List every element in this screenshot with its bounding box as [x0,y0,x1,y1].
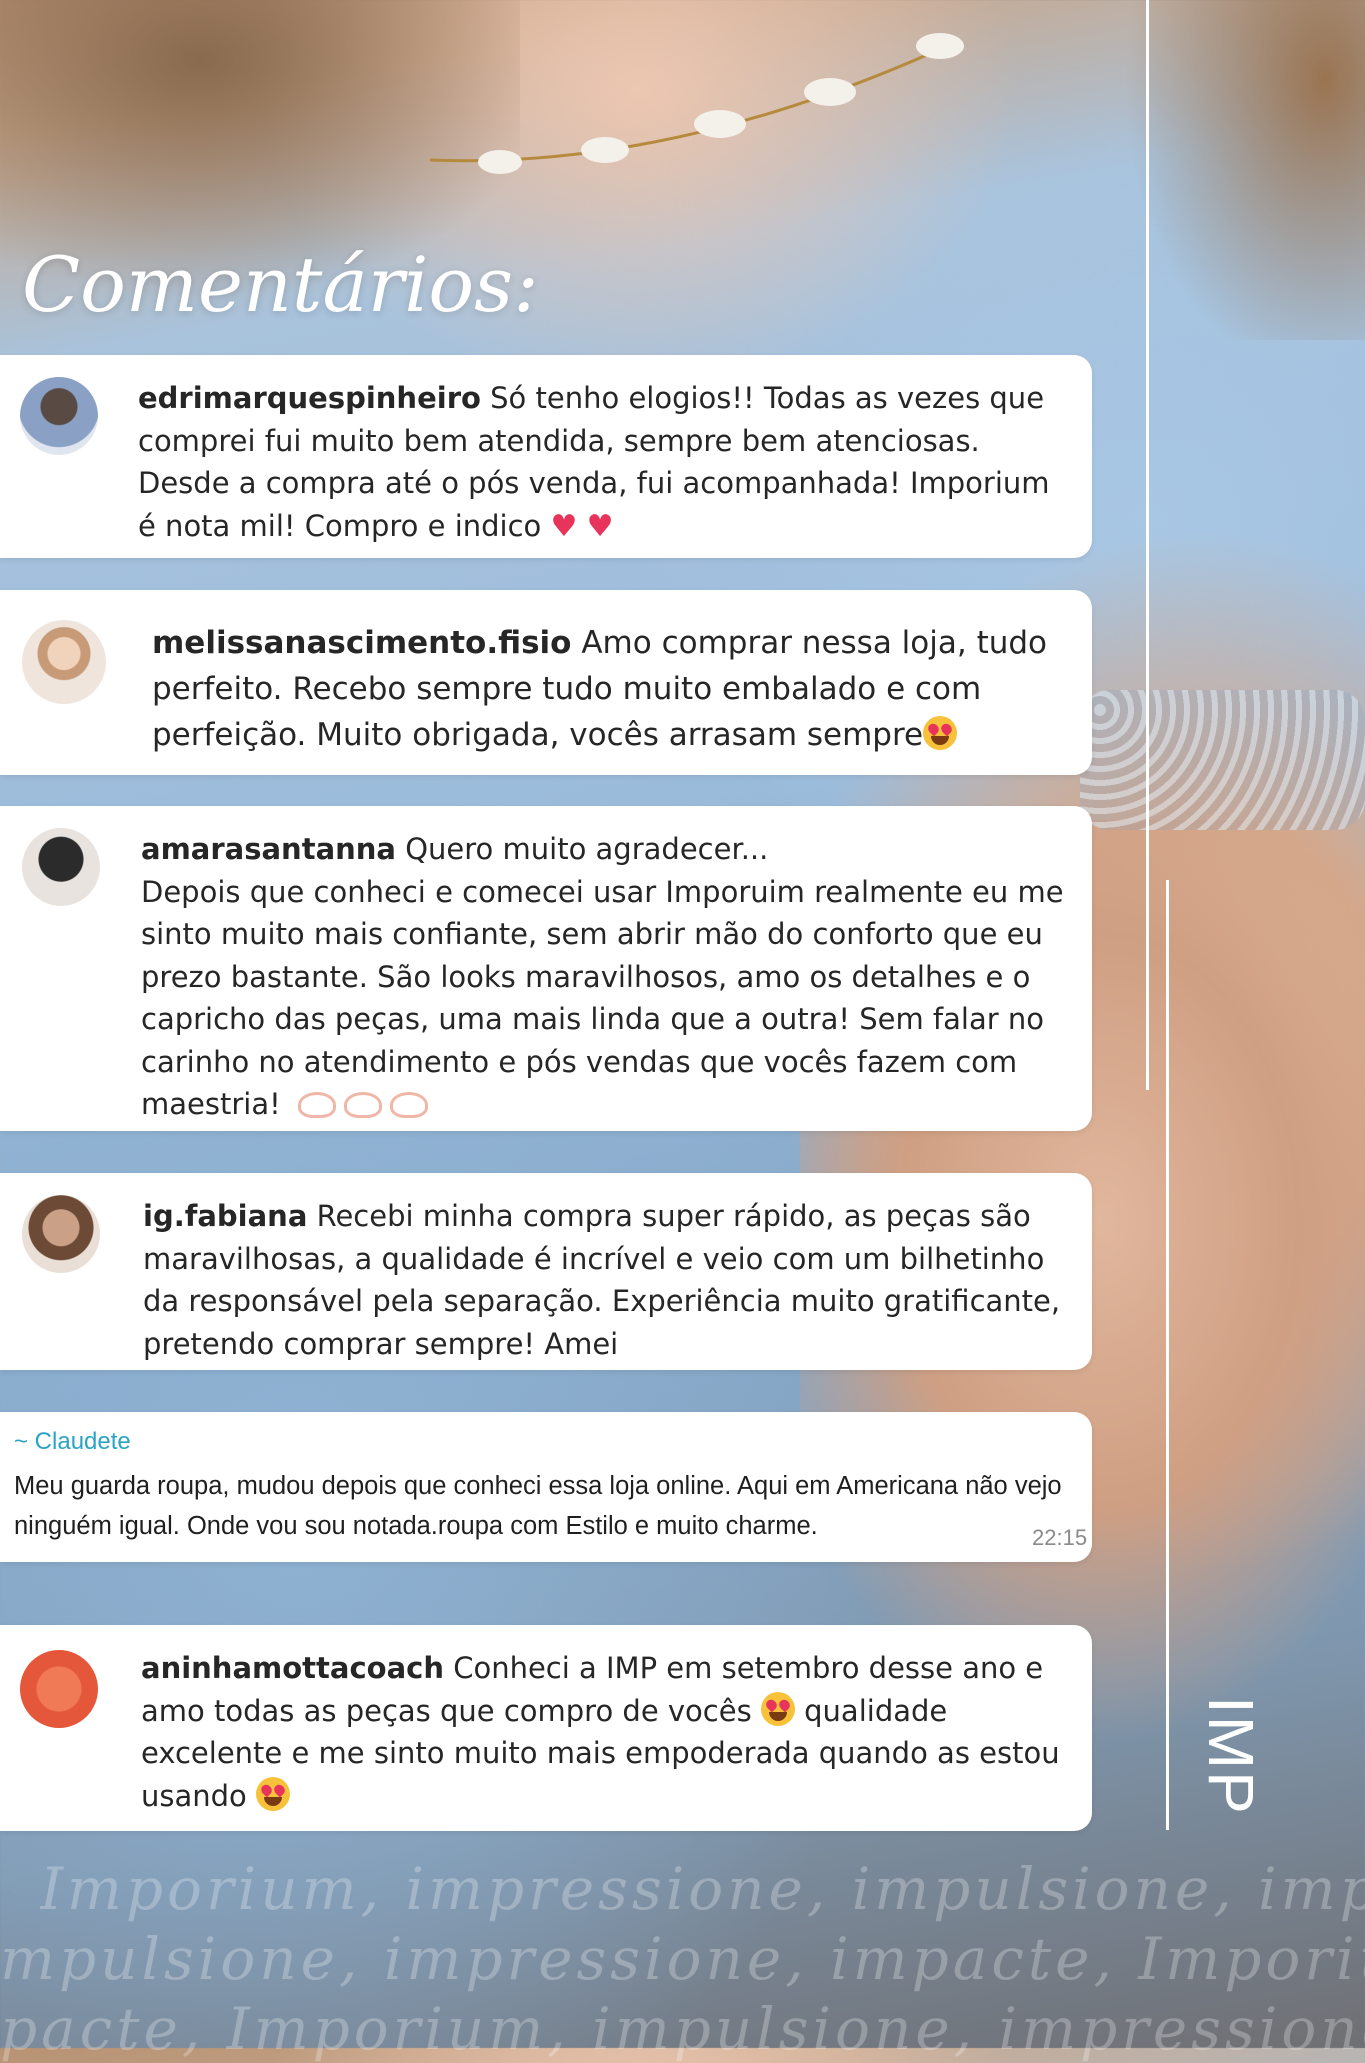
avatar[interactable] [22,620,106,704]
comment-username[interactable]: edrimarquespinheiro [138,381,481,415]
comment-username[interactable]: ig.fabiana [143,1199,307,1233]
heart-icon: ♥ [550,508,578,544]
pearl-necklace-icon [429,33,964,174]
comment-username[interactable]: aninhamottacoach [141,1651,444,1685]
heart-eyes-icon [923,716,958,750]
avatar[interactable] [20,1650,98,1728]
comment-text: aninhamottacoach Conheci a IMP em setemb… [141,1647,1081,1817]
message-sender: ~ Claudete [14,1428,131,1455]
heart-eyes-icon [760,1691,795,1726]
tagline-watermark: Imporium, impressione, impulsione, impac… [40,1855,1365,1923]
heart-hands-icon [297,1092,336,1118]
background-lace-sleeve [1080,690,1365,830]
heart-hands-icon [389,1092,428,1118]
comment-username[interactable]: melissanascimento.fisio [152,625,571,661]
heart-eyes-icon [256,1776,291,1811]
heart-icon: ♥ [586,508,614,544]
comment-card: ig.fabiana Recebi minha compra super ráp… [0,1173,1092,1370]
comment-text: edrimarquespinheiro Só tenho elogios!! T… [138,377,1058,548]
comment-username[interactable]: amarasantanna [141,832,396,866]
comment-card: aninhamottacoach Conheci a IMP em setemb… [0,1625,1092,1831]
avatar[interactable] [22,1195,100,1273]
comment-card: amarasantanna Quero muito agradecer... D… [0,806,1092,1131]
brand-logo-vertical: IMP [1195,1696,1267,1816]
comment-text: melissanascimento.fisio Amo comprar ness… [152,620,1052,758]
message-timestamp: 22:15 [1032,1525,1088,1550]
comment-text: ig.fabiana Recebi minha compra super ráp… [143,1195,1063,1365]
heart-hands-icon [343,1092,382,1118]
comment-card: edrimarquespinheiro Só tenho elogios!! T… [0,355,1092,558]
decorative-line-top [1146,0,1149,1090]
comment-body-first-line: Quero muito agradecer... [405,832,769,866]
avatar[interactable] [22,828,100,906]
comment-text: amarasantanna Quero muito agradecer... D… [141,828,1071,1126]
tagline-watermark: pacte, Imporium, impulsione, impressione… [0,1995,1365,2063]
background-hair-right [1105,0,1365,340]
page-title: Comentários: [22,240,539,329]
comment-body: Depois que conheci e comecei usar Imporu… [141,874,1064,1122]
avatar[interactable] [20,377,98,455]
decorative-line-bottom [1166,880,1169,1830]
tagline-watermark: mpulsione, impressione, impacte, Imporiu… [0,1925,1365,1993]
comment-card: melissanascimento.fisio Amo comprar ness… [0,590,1092,775]
message-text: Meu guarda roupa, mudou depois que conhe… [14,1472,1062,1540]
